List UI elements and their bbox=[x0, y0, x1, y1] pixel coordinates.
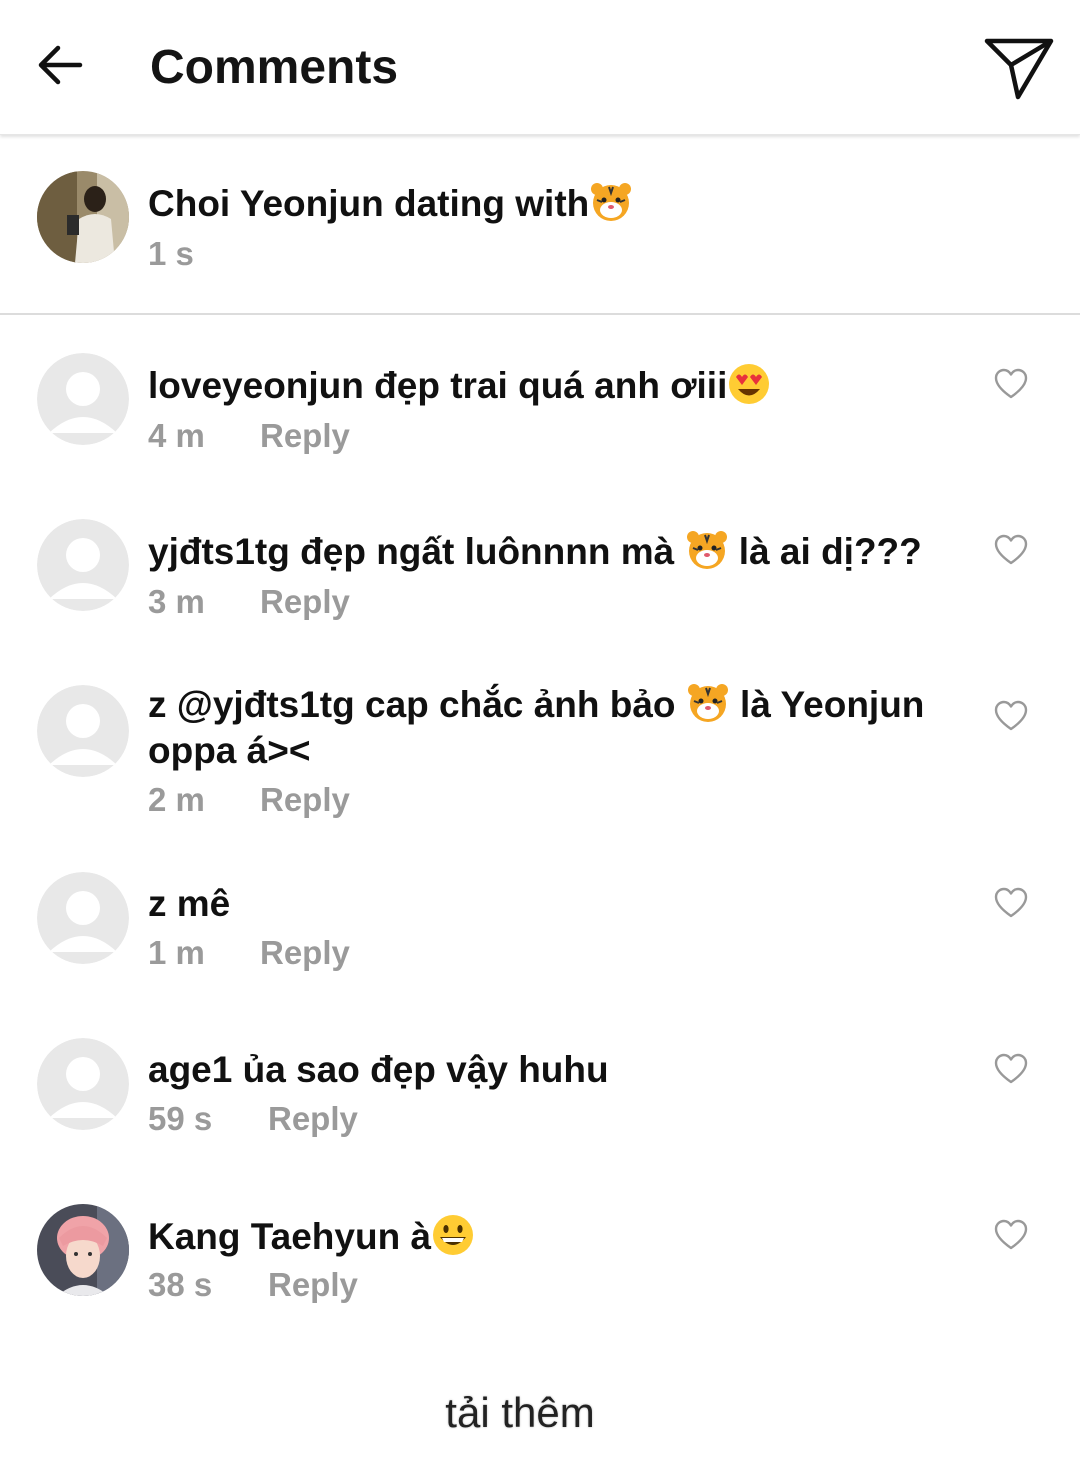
comment-text: loveyeonjun đẹp trai quá anh ơiii bbox=[148, 362, 968, 409]
reply-button[interactable]: Reply bbox=[268, 1099, 358, 1139]
top-bar: Comments bbox=[0, 0, 1080, 135]
grinning-emoji-icon bbox=[433, 1215, 474, 1255]
back-button[interactable] bbox=[34, 40, 84, 90]
comment-body: mê bbox=[166, 883, 231, 924]
comment-body: à bbox=[400, 1216, 432, 1257]
reply-button[interactable]: Reply bbox=[260, 780, 350, 820]
reply-button[interactable]: Reply bbox=[260, 416, 350, 456]
comment-username[interactable]: z bbox=[148, 883, 167, 924]
avatar[interactable] bbox=[37, 171, 129, 263]
reply-button[interactable]: Reply bbox=[260, 933, 350, 973]
default-avatar-icon[interactable] bbox=[37, 1038, 129, 1130]
divider bbox=[0, 313, 1080, 315]
comment-username[interactable]: age1 bbox=[148, 1049, 232, 1090]
comment-time: 3 m bbox=[148, 583, 205, 620]
like-heart-icon[interactable] bbox=[994, 534, 1028, 566]
tiger-emoji-icon bbox=[687, 684, 728, 722]
default-avatar-icon[interactable] bbox=[37, 872, 129, 964]
comment-time: 59 s bbox=[148, 1100, 213, 1137]
comment-time: 2 m bbox=[148, 781, 205, 818]
comment-body: ủa sao đẹp vậy huhu bbox=[232, 1049, 609, 1090]
post-caption: Choi Yeonjun dating with 1 s bbox=[0, 136, 1080, 314]
comment-body: đẹp trai quá anh ơiii bbox=[363, 365, 728, 406]
comment-time: 38 s bbox=[148, 1266, 213, 1303]
comment-time: 4 m bbox=[148, 417, 205, 454]
comment-body-tail: là ai dị??? bbox=[728, 531, 922, 572]
like-heart-icon[interactable] bbox=[994, 887, 1028, 919]
default-avatar-icon[interactable] bbox=[37, 519, 129, 611]
reply-button[interactable]: Reply bbox=[260, 582, 350, 622]
paper-plane-icon bbox=[984, 38, 1054, 100]
tiger-emoji-icon bbox=[591, 183, 632, 221]
heart-eyes-emoji-icon bbox=[729, 364, 770, 404]
caption-author[interactable]: Choi Yeonjun bbox=[148, 183, 384, 224]
avatar[interactable] bbox=[37, 1204, 129, 1296]
back-arrow-icon bbox=[38, 45, 83, 85]
page-title: Comments bbox=[150, 41, 399, 94]
comment-text: yjđts1tg đẹp ngất luônnnn mà là ai dị??? bbox=[148, 528, 968, 575]
like-heart-icon[interactable] bbox=[994, 368, 1028, 400]
comment-username[interactable]: Kang Taehyun bbox=[148, 1216, 400, 1257]
comment-time: 1 m bbox=[148, 934, 205, 971]
like-heart-icon[interactable] bbox=[994, 1219, 1028, 1251]
default-avatar-icon[interactable] bbox=[37, 685, 129, 777]
comment-username[interactable]: yjđts1tg bbox=[148, 531, 290, 572]
default-avatar-icon[interactable] bbox=[37, 353, 129, 445]
caption-text: Choi Yeonjun dating with bbox=[148, 180, 633, 227]
comment-text: z @yjđts1tg cap chắc ảnh bảo là Yeonjun … bbox=[148, 681, 968, 774]
comment-text: z mê bbox=[148, 881, 968, 927]
comment-text: age1 ủa sao đẹp vậy huhu bbox=[148, 1047, 968, 1093]
like-heart-icon[interactable] bbox=[994, 700, 1028, 732]
share-button[interactable] bbox=[982, 36, 1056, 102]
load-more-button[interactable]: tải thêm bbox=[0, 1386, 1040, 1440]
comment-text: Kang Taehyun à bbox=[148, 1213, 968, 1260]
like-heart-icon[interactable] bbox=[994, 1053, 1028, 1085]
caption-time: 1 s bbox=[148, 235, 194, 272]
comment-username[interactable]: loveyeonjun bbox=[148, 365, 364, 406]
caption-body: dating with bbox=[383, 183, 590, 224]
comment-username[interactable]: z bbox=[148, 684, 167, 725]
comment-body: đẹp ngất luônnnn mà bbox=[289, 531, 685, 572]
tiger-emoji-icon bbox=[686, 531, 727, 569]
comment-body: @yjđts1tg cap chắc ảnh bảo bbox=[166, 684, 686, 725]
reply-button[interactable]: Reply bbox=[268, 1265, 358, 1305]
